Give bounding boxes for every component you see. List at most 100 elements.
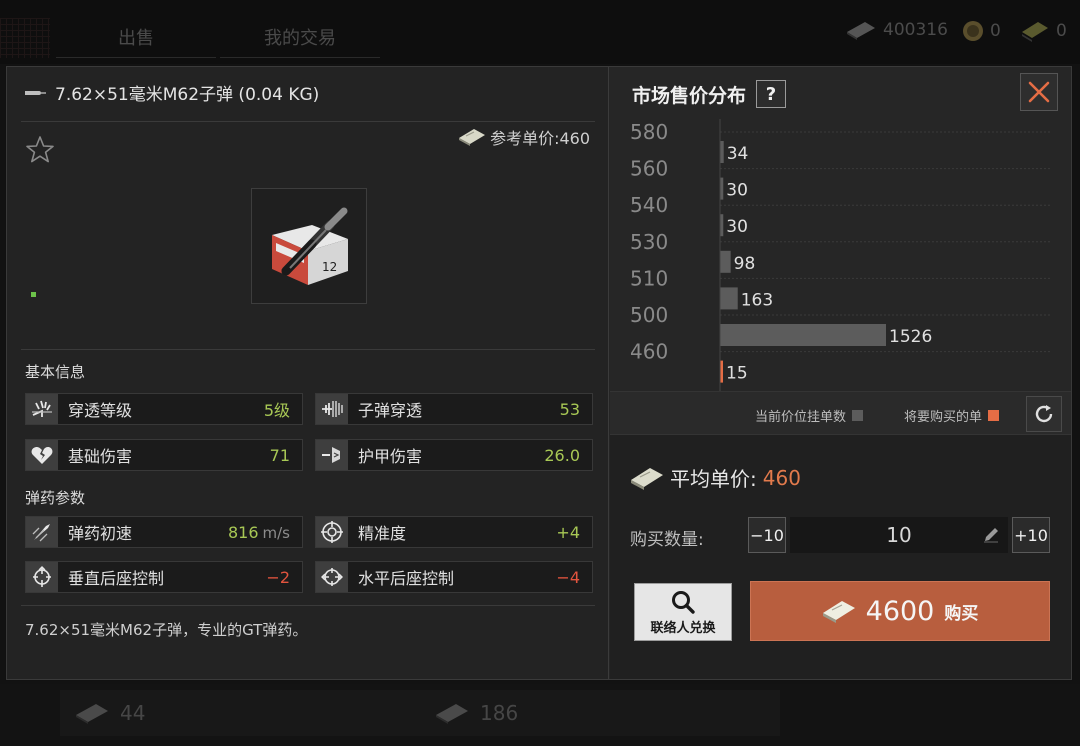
armor-damage-icon bbox=[316, 440, 348, 470]
stat-value: −4 bbox=[556, 567, 580, 587]
legend-buy-text: 将要购买的单 bbox=[904, 410, 983, 425]
bullet-penetration-icon bbox=[316, 394, 348, 424]
stat-penetration-level: 穿透等级 5级 bbox=[25, 393, 303, 425]
bullet-icon bbox=[25, 90, 47, 96]
currency-cash-value: 400316 bbox=[883, 20, 948, 40]
price-tick-label: 530 bbox=[630, 230, 668, 254]
stat-unit: m/s bbox=[262, 523, 290, 542]
stat-value: 53 bbox=[559, 399, 580, 419]
close-icon bbox=[1028, 81, 1050, 103]
item-description: 7.62×51毫米M62子弹，专业的GT弹药。 bbox=[25, 621, 308, 639]
reference-price: 参考单价:460 bbox=[458, 125, 590, 149]
stat-value: 26.0 bbox=[544, 445, 580, 465]
cash-icon bbox=[822, 601, 855, 623]
price-tick-label: 580 bbox=[630, 120, 668, 144]
price-tick-label: 510 bbox=[630, 266, 668, 290]
divider bbox=[21, 605, 595, 606]
legend-current-text: 当前价位挂单数 bbox=[755, 410, 847, 425]
stat-muzzle-velocity: 弹药初速 816 m/s bbox=[25, 516, 303, 548]
cash-icon bbox=[847, 22, 875, 40]
stat-name: 水平后座控制 bbox=[358, 569, 455, 588]
cash-icon bbox=[436, 704, 468, 724]
divider bbox=[21, 121, 595, 122]
bar-value-label: 30 bbox=[726, 181, 748, 201]
refresh-button[interactable] bbox=[1026, 396, 1062, 432]
tab-sell[interactable]: 出售 bbox=[56, 22, 216, 58]
market-panel: 市场售价分布 ? 580 34 560 30 540 30 530 98 510 163 500 15… bbox=[610, 67, 1071, 679]
stat-name: 弹药初速 bbox=[68, 524, 133, 543]
cash-icon bbox=[76, 704, 108, 724]
decrease-10-button[interactable]: −10 bbox=[748, 517, 786, 553]
market-title: 市场售价分布 ? bbox=[632, 80, 787, 108]
horizontal-recoil-icon bbox=[316, 562, 348, 592]
price-distribution-chart: 580 34 560 30 540 30 530 98 510 163 500 1526 460 15 bbox=[610, 119, 1071, 391]
help-button[interactable]: ? bbox=[756, 80, 787, 108]
legend-current-swatch bbox=[852, 410, 864, 421]
quantity-label: 购买数量: bbox=[630, 530, 704, 550]
ammo-box-image: 12 bbox=[272, 207, 348, 285]
close-button[interactable] bbox=[1020, 73, 1058, 111]
background-listing-card[interactable]: 44 bbox=[60, 690, 420, 736]
bar-value-label: 163 bbox=[741, 290, 773, 310]
muzzle-velocity-icon bbox=[26, 517, 58, 547]
coin-icon bbox=[963, 21, 983, 41]
divider bbox=[21, 349, 595, 350]
search-icon bbox=[672, 590, 695, 614]
stat-number: 816 bbox=[227, 522, 259, 542]
tab-my-trades[interactable]: 我的交易 bbox=[220, 22, 380, 58]
quantity-value: 10 bbox=[886, 523, 912, 547]
contact-exchange-label: 联络人兑换 bbox=[650, 620, 716, 636]
stat-accuracy: 精准度 +4 bbox=[315, 516, 593, 548]
cash-icon bbox=[459, 129, 486, 146]
price-tick-label: 540 bbox=[630, 193, 668, 217]
stat-armor-damage: 护甲伤害 26.0 bbox=[315, 439, 593, 471]
purchase-dialog: 7.62×51毫米M62子弹 (0.04 KG) 参考单价:460 12 基本信… bbox=[6, 66, 1072, 680]
legend-buy-swatch bbox=[988, 410, 1000, 421]
stat-name: 基础伤害 bbox=[68, 447, 133, 466]
stat-name: 穿透等级 bbox=[68, 401, 133, 420]
bar-value-label: 34 bbox=[727, 144, 749, 164]
stat-name: 护甲伤害 bbox=[358, 447, 423, 466]
favorite-star-icon[interactable] bbox=[25, 135, 55, 165]
status-dot bbox=[31, 292, 36, 297]
currency-coin-value: 0 bbox=[990, 21, 1001, 41]
edit-pencil-icon bbox=[984, 528, 998, 543]
penetration-level-icon bbox=[26, 394, 58, 424]
buy-panel: 平均单价: 460 购买数量: −10 10 +10 联络人兑换 4600 购买 bbox=[610, 435, 1071, 679]
increase-10-button[interactable]: +10 bbox=[1012, 517, 1050, 553]
average-price-value: 460 bbox=[762, 465, 801, 490]
legend-buy: 将要购买的单 bbox=[904, 406, 1000, 425]
stat-name: 精准度 bbox=[358, 524, 407, 543]
cash-icon bbox=[631, 467, 663, 490]
ammo-params-heading: 弹药参数 bbox=[25, 489, 86, 507]
stat-vertical-recoil: 垂直后座控制 −2 bbox=[25, 561, 303, 593]
broken-heart-icon bbox=[26, 440, 58, 470]
background-listing-card[interactable]: 186 bbox=[420, 690, 780, 736]
bar-value-label: 98 bbox=[734, 254, 756, 274]
token-icon bbox=[1022, 22, 1048, 42]
item-title: 7.62×51毫米M62子弹 (0.04 KG) bbox=[25, 80, 319, 105]
stat-value: −2 bbox=[266, 567, 290, 587]
price-bar bbox=[720, 250, 731, 273]
stat-value: 816 m/s bbox=[228, 523, 302, 542]
average-price: 平均单价: 460 bbox=[630, 463, 801, 492]
price-bar bbox=[720, 324, 886, 346]
market-title-text: 市场售价分布 bbox=[632, 84, 747, 107]
buy-button[interactable]: 4600 购买 bbox=[750, 581, 1050, 641]
stat-name: 垂直后座控制 bbox=[68, 569, 165, 588]
refresh-icon bbox=[1035, 405, 1053, 423]
svg-text:12: 12 bbox=[322, 260, 337, 274]
reference-price-text: 参考单价:460 bbox=[490, 129, 590, 148]
background-grid-decor bbox=[0, 18, 50, 58]
stat-bullet-penetration: 子弹穿透 53 bbox=[315, 393, 593, 425]
listing-price: 186 bbox=[480, 701, 519, 725]
chart-legend: 当前价位挂单数 将要购买的单 bbox=[610, 391, 1071, 435]
bar-value-label: 1526 bbox=[889, 327, 932, 347]
quantity-input[interactable]: 10 bbox=[790, 517, 1008, 553]
contact-exchange-button[interactable]: 联络人兑换 bbox=[634, 583, 732, 641]
price-distribution-svg: 580 34 560 30 540 30 530 98 510 163 500 1526 460 15 bbox=[630, 119, 1050, 391]
listing-price: 44 bbox=[120, 701, 146, 725]
stat-base-damage: 基础伤害 71 bbox=[25, 439, 303, 471]
crosshair-icon bbox=[316, 517, 348, 547]
stat-value: +4 bbox=[556, 522, 580, 542]
